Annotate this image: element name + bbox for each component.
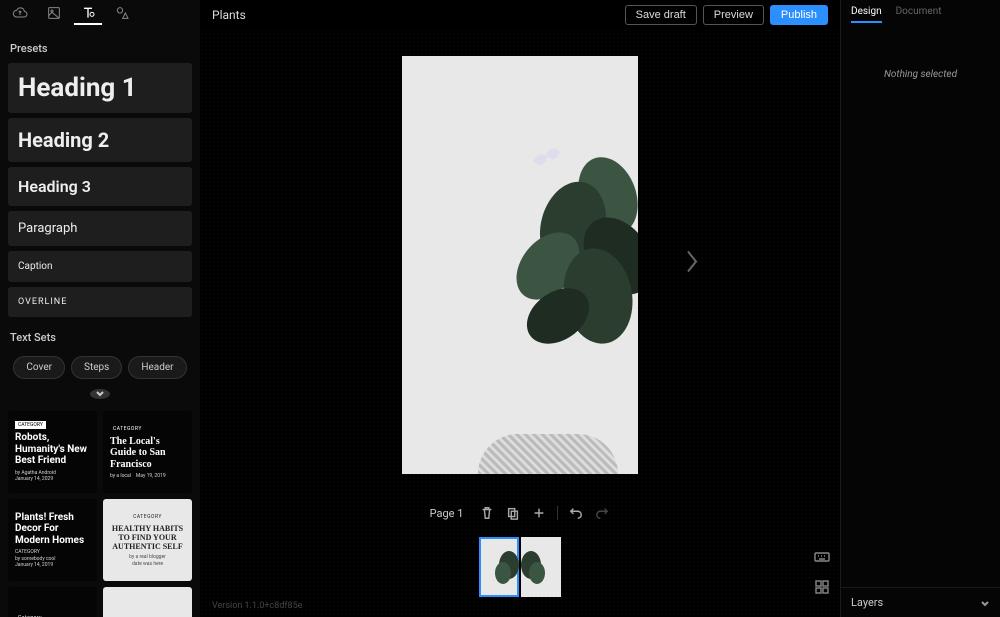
grid-view-button[interactable] [814, 579, 830, 595]
preset-list: Heading 1 Heading 2 Heading 3 Paragraph … [0, 63, 200, 317]
image-icon [46, 5, 62, 21]
textset-card[interactable]: CATEGORY Coffee saved the [103, 587, 192, 617]
textset-expand-toggle[interactable] [90, 389, 110, 399]
plant-graphic [488, 136, 638, 376]
redo-icon [595, 506, 609, 520]
page-label: Page 1 [430, 507, 464, 520]
textset-tab-cover[interactable]: Cover [13, 356, 65, 379]
publish-button[interactable]: Publish [770, 5, 828, 25]
left-panel: Presets Heading 1 Heading 2 Heading 3 Pa… [0, 0, 200, 617]
plus-icon [532, 506, 546, 520]
redo-button[interactable] [594, 505, 610, 521]
chevron-down-icon [980, 598, 990, 608]
duplicate-icon [506, 506, 520, 520]
layers-toggle[interactable]: Layers [841, 587, 1000, 617]
tab-document[interactable]: Document [896, 6, 942, 23]
preset-heading-1[interactable]: Heading 1 [8, 63, 192, 113]
page-canvas[interactable] [402, 56, 638, 474]
textset-card-grid: CATEGORY Robots, Humanity's New Best Fri… [0, 405, 200, 617]
undo-button[interactable] [568, 505, 584, 521]
keyboard-icon [814, 549, 830, 565]
chevron-right-icon [684, 247, 700, 275]
tab-design[interactable]: Design [851, 6, 882, 23]
preset-heading-2[interactable]: Heading 2 [8, 118, 192, 162]
duplicate-page-button[interactable] [505, 505, 521, 521]
preview-button[interactable]: Preview [703, 5, 764, 25]
page-thumbnail[interactable] [521, 537, 561, 597]
basket-graphic [478, 434, 618, 474]
preset-paragraph[interactable]: Paragraph [8, 211, 192, 246]
next-page-arrow[interactable] [684, 247, 700, 282]
delete-page-button[interactable] [479, 505, 495, 521]
cloud-upload-icon [12, 5, 28, 21]
textset-card[interactable]: CATEGORY Robots, Humanity's New Best Fri… [8, 411, 97, 493]
textset-card[interactable]: CATEGORY HEALTHY HABITS TO FIND YOUR AUT… [103, 499, 192, 581]
canvas-zone[interactable] [200, 30, 840, 499]
chevron-down-icon [95, 389, 105, 399]
tool-tab-text[interactable] [74, 3, 102, 25]
undo-icon [569, 506, 583, 520]
preset-overline[interactable]: OVERLINE [8, 287, 192, 317]
preset-caption[interactable]: Caption [8, 251, 192, 282]
shapes-icon [114, 5, 130, 21]
version-text: Version 1.1.0+c8df85e [212, 601, 302, 611]
keyboard-shortcuts-button[interactable] [814, 549, 830, 565]
tool-tabs [0, 0, 200, 28]
textsets-heading: Text Sets [0, 317, 200, 352]
textset-card[interactable]: Category A CONDENSED [8, 587, 97, 617]
text-icon [80, 5, 96, 21]
textset-tabs: Cover Steps Header [0, 352, 200, 383]
canvas-area: Plants Save draft Preview Publish [200, 0, 840, 617]
document-title: Plants [212, 8, 246, 22]
top-buttons: Save draft Preview Publish [625, 5, 828, 25]
textset-card[interactable]: Plants! Fresh Decor For Modern Homes CAT… [8, 499, 97, 581]
toolbar-divider [557, 506, 558, 520]
right-panel: Design Document Nothing selected Layers [840, 0, 1000, 617]
page-thumbnail[interactable] [479, 537, 519, 597]
preset-heading-3[interactable]: Heading 3 [8, 167, 192, 206]
textset-tab-steps[interactable]: Steps [71, 356, 122, 379]
textset-tab-header[interactable]: Header [128, 356, 186, 379]
presets-heading: Presets [0, 28, 200, 63]
tool-tab-image[interactable] [40, 3, 68, 25]
inspector-empty-state: Nothing selected [841, 29, 1000, 120]
add-page-button[interactable] [531, 505, 547, 521]
trash-icon [480, 506, 494, 520]
tool-tab-shapes[interactable] [108, 3, 136, 25]
view-controls [814, 549, 830, 595]
top-bar: Plants Save draft Preview Publish [200, 0, 840, 30]
right-panel-tabs: Design Document [841, 0, 1000, 29]
tool-tab-cloud[interactable] [6, 3, 34, 25]
save-draft-button[interactable]: Save draft [625, 5, 697, 25]
textset-card[interactable]: CATEGORY The Local's Guide to San Franci… [103, 411, 192, 493]
page-toolbar: Page 1 [200, 499, 840, 527]
grid-icon [814, 579, 830, 595]
layers-label: Layers [851, 596, 883, 609]
